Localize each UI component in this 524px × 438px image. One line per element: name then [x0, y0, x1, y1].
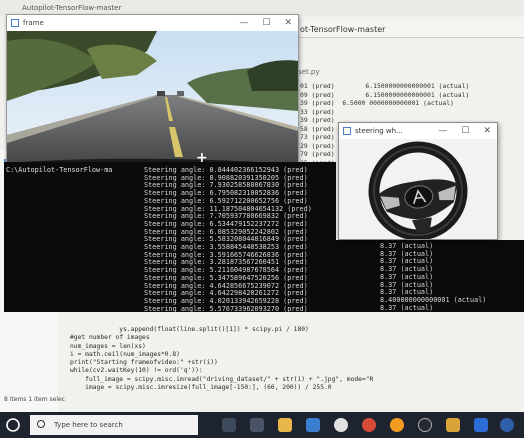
file-explorer-taskbar-icon[interactable] — [278, 418, 292, 432]
ide-tab-label: ot-TensorFlow-master — [300, 25, 386, 34]
steering-angle-line: Steering angle: 5.576733962093270 (pred) — [144, 305, 308, 312]
app-taskbar-icon[interactable] — [334, 418, 348, 432]
frame-window-title: frame — [23, 19, 44, 27]
code-line: #get number of images — [70, 334, 150, 342]
ide-project-tab[interactable]: ot-TensorFlow-master — [296, 22, 524, 38]
code-line: num_images = len(xs) — [70, 342, 146, 350]
steering-window-titlebar[interactable]: steering wh... — ☐ ✕ — [339, 123, 497, 139]
steering-angle-prefix: Steering angle: — [144, 304, 210, 312]
code-line: full_image = scipy.misc.imread("driving_… — [70, 375, 374, 383]
code-line: ys.append(float(line.split()[1]) * scipy… — [70, 326, 309, 333]
obs-taskbar-icon[interactable] — [418, 418, 432, 432]
frame-window[interactable]: frame — ☐ ✕ — [6, 14, 299, 174]
search-placeholder: Type here to search — [54, 421, 123, 429]
ide-window-title: Autopilot-TensorFlow-master — [22, 4, 122, 12]
ide-file-tab-label: set.py — [298, 68, 320, 76]
store-taskbar-icon[interactable] — [474, 418, 488, 432]
crosshair-cursor-icon: + — [196, 150, 208, 166]
calendar-taskbar-icon[interactable] — [306, 418, 320, 432]
window-app-icon — [11, 19, 19, 27]
prediction-line: 33 (pred) — [300, 107, 335, 116]
code-line: i = math.ceil(num_images*0.8) — [70, 350, 180, 358]
steering-window-title: steering wh... — [355, 127, 403, 135]
prediction-line: 01 (pred) 6.1500000000000001 (actual) — [300, 82, 470, 90]
frame-window-titlebar[interactable]: frame — ☐ ✕ — [7, 15, 298, 31]
minimize-button[interactable]: — — [438, 123, 447, 139]
dashcam-road-image — [7, 31, 298, 173]
search-icon — [37, 420, 45, 428]
code-line: image = scipy.misc.imresize(full_image[-… — [70, 384, 332, 392]
microphone-icon[interactable] — [222, 418, 236, 432]
windows-taskbar: Type here to search — [0, 412, 524, 438]
steering-wheel-window[interactable]: steering wh... — ☐ ✕ — [338, 122, 498, 241]
maximize-button[interactable]: ☐ — [461, 123, 469, 139]
code-line: print("Starting frameofvideo:" +str(i)) — [70, 359, 218, 367]
actual-angle-value: 8.37 (actual) — [380, 303, 434, 312]
close-button[interactable]: ✕ — [483, 123, 491, 139]
code-line: while(cv2.waitKey(10) != ord('q')): — [70, 367, 203, 375]
maximize-button[interactable]: ☐ — [262, 15, 270, 31]
ide-file-tab[interactable]: set.py — [298, 68, 320, 76]
close-button[interactable]: ✕ — [284, 15, 292, 31]
explorer-status-bar: 8 items 1 item selec — [4, 396, 65, 403]
app2-taskbar-icon[interactable] — [500, 418, 514, 432]
task-view-icon[interactable] — [250, 418, 264, 432]
steering-angle-value: 5.576733962093270 (pred) — [209, 304, 308, 312]
window-app-icon — [343, 127, 351, 135]
console-path: C:\Autopilot-TensorFlow-ma — [6, 166, 113, 174]
chrome-taskbar-icon[interactable] — [362, 418, 376, 432]
steering-wheel-image — [339, 139, 497, 241]
minimize-button[interactable]: — — [239, 15, 248, 31]
prediction-line: 09 (pred) 6.1500000000000001 (actual) — [300, 90, 470, 99]
prediction-line: 39 (pred) 6.5000 0000000000001 (actual) — [300, 99, 454, 107]
pycharm-taskbar-icon[interactable] — [446, 418, 460, 432]
firefox-taskbar-icon[interactable] — [390, 418, 404, 432]
taskbar-search-input[interactable]: Type here to search — [30, 415, 198, 435]
terminal-actual-column: 8.37 (actual) 8.37 (actual) 8.37 (actual) 8… — [336, 240, 524, 312]
windows-start-icon[interactable] — [6, 418, 20, 432]
terminal-console[interactable]: C:\Autopilot-TensorFlow-ma Steering angl… — [4, 162, 336, 312]
code-editor[interactable]: ys.append(float(line.split()[1]) * scipy… — [70, 326, 524, 392]
